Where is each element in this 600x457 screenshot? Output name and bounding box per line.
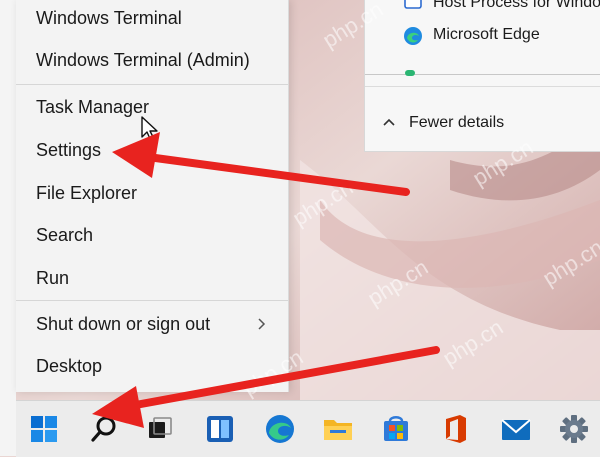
menu-item-windows-terminal[interactable]: Windows Terminal xyxy=(16,0,288,36)
menu-item-windows-terminal-admin[interactable]: Windows Terminal (Admin) xyxy=(16,42,288,78)
divider xyxy=(365,86,600,87)
window-edge xyxy=(0,0,16,456)
menu-item-label: Shut down or sign out xyxy=(36,314,211,334)
menu-item-label: Search xyxy=(36,225,94,245)
mouse-pointer-icon xyxy=(141,116,158,142)
scrollbar-track[interactable] xyxy=(365,74,600,75)
edge-icon xyxy=(403,26,423,46)
process-icon xyxy=(403,0,423,12)
mail-icon xyxy=(501,419,531,440)
store-icon xyxy=(384,416,408,441)
gear-icon xyxy=(560,415,588,443)
horizontal-scrollbar[interactable] xyxy=(365,70,600,80)
menu-item-label: Task Manager xyxy=(36,97,150,117)
fewer-details-label: Fewer details xyxy=(409,114,505,131)
menu-separator xyxy=(16,300,288,301)
folder-icon xyxy=(324,420,352,440)
taskbar xyxy=(16,400,600,457)
settings-button[interactable] xyxy=(556,411,592,447)
mail-button[interactable] xyxy=(498,411,534,447)
menu-item-label: Windows Terminal xyxy=(36,8,182,28)
process-name: Microsoft Edge xyxy=(433,26,540,43)
chevron-right-icon xyxy=(258,318,266,330)
menu-item-label: Windows Terminal (Admin) xyxy=(36,50,250,70)
process-row[interactable]: Microsoft Edge xyxy=(433,22,540,48)
file-explorer-button[interactable] xyxy=(320,411,356,447)
search-button[interactable] xyxy=(86,411,122,447)
power-user-menu: Windows Terminal Windows Terminal (Admin… xyxy=(16,0,289,392)
menu-item-shut-down-or-sign-out[interactable]: Shut down or sign out xyxy=(16,306,288,342)
process-name: Host Process for Windows xyxy=(433,0,600,11)
process-row[interactable]: Host Process for Windows xyxy=(433,0,600,16)
menu-item-label: Settings xyxy=(36,140,102,160)
widgets-icon xyxy=(207,416,233,442)
widgets-button[interactable] xyxy=(202,411,238,447)
chevron-up-icon xyxy=(383,118,395,126)
menu-item-file-explorer[interactable]: File Explorer xyxy=(16,175,288,211)
menu-item-label: File Explorer xyxy=(36,183,138,203)
menu-separator xyxy=(16,84,288,85)
office-icon xyxy=(446,415,466,443)
fewer-details-button[interactable]: Fewer details xyxy=(365,108,600,138)
start-button[interactable] xyxy=(26,411,62,447)
task-view-button[interactable] xyxy=(142,411,178,447)
scroll-thumb-indicator xyxy=(405,70,415,76)
store-button[interactable] xyxy=(378,411,414,447)
search-icon xyxy=(91,416,116,442)
task-view-icon xyxy=(149,417,172,438)
edge-button[interactable] xyxy=(262,411,298,447)
task-manager-panel: Host Process for Windows Microsoft Edge … xyxy=(364,0,600,152)
menu-item-run[interactable]: Run xyxy=(16,260,288,296)
edge-icon xyxy=(266,415,294,443)
menu-item-label: Run xyxy=(36,268,70,288)
office-button[interactable] xyxy=(438,411,474,447)
windows-logo-icon xyxy=(31,416,57,442)
menu-item-desktop[interactable]: Desktop xyxy=(16,348,288,384)
menu-item-label: Desktop xyxy=(36,356,103,376)
menu-item-search[interactable]: Search xyxy=(16,217,288,253)
